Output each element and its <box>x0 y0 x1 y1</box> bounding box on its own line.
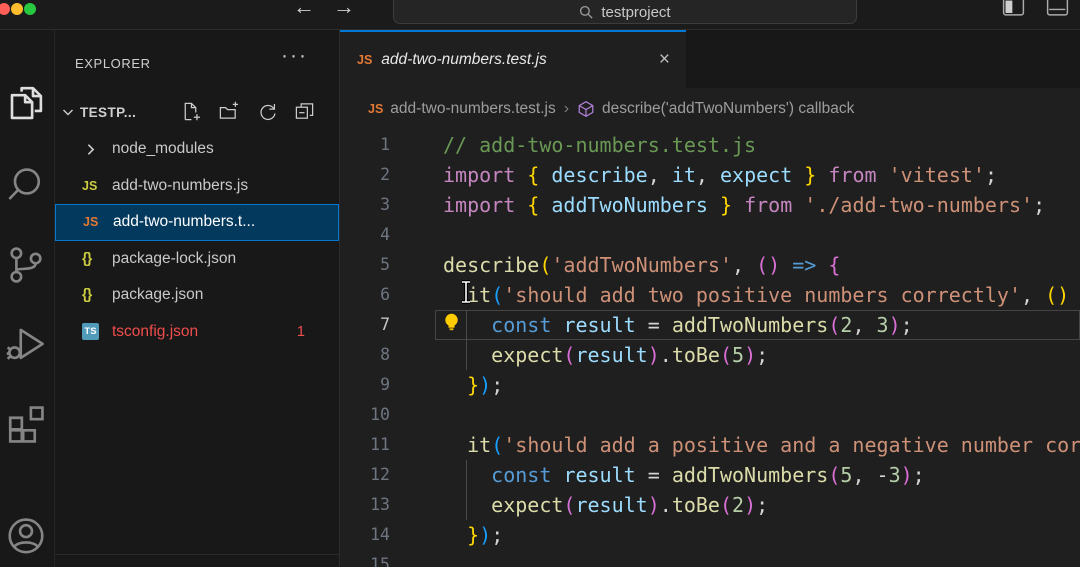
file-label: package.json <box>112 286 203 304</box>
js-file-icon: JS <box>357 53 372 67</box>
file-label: package-lock.json <box>112 250 236 268</box>
tab-add-two-numbers-test[interactable]: JS add-two-numbers.test.js × <box>340 30 686 88</box>
js-test-file-icon: JS <box>368 102 383 116</box>
js-test-file-icon: JS <box>83 215 98 229</box>
activity-bar <box>0 30 55 567</box>
breadcrumb-separator: › <box>564 100 569 118</box>
close-tab-icon[interactable]: × <box>657 49 672 71</box>
code-line: // add-two-numbers.test.js <box>340 130 1080 160</box>
file-row[interactable]: node_modules <box>55 131 339 168</box>
file-tree: node_modules JS add-two-numbers.js JS add-tw… <box>55 131 339 350</box>
code-line: expect(result).toBe(5); <box>340 340 1080 370</box>
tab-bar: JS add-two-numbers.test.js × <box>340 30 1080 88</box>
code-line: }); <box>340 520 1080 550</box>
explorer-sidebar: EXPLORER ··· TESTP... <box>55 30 340 567</box>
code-editor[interactable]: 123456789101112131415 // add-two-numbers… <box>340 130 1080 567</box>
source-control-icon[interactable] <box>5 244 47 286</box>
lightbulb-icon[interactable] <box>441 312 462 333</box>
code-line: it('should add two positive numbers corr… <box>340 280 1080 310</box>
file-row[interactable]: JS add-two-numbers.js <box>55 168 339 205</box>
breadcrumb-label: describe('addTwoNumbers') callback <box>602 100 854 118</box>
editor-group: JS add-two-numbers.test.js × JS add-two-n… <box>340 30 1080 567</box>
code-line <box>340 400 1080 430</box>
toggle-sidebar-icon[interactable] <box>1001 0 1026 19</box>
outline-section-header[interactable]: OUTLINE <box>55 557 339 567</box>
search-icon <box>579 5 594 20</box>
code-line <box>340 220 1080 250</box>
project-name: TESTP... <box>80 105 136 120</box>
problem-count-badge: 1 <box>297 324 305 340</box>
ts-file-icon: TS <box>82 323 99 340</box>
project-section-header[interactable]: TESTP... <box>55 95 339 129</box>
code-line: it('should add a positive and a negative… <box>340 430 1080 460</box>
titlebar: ← → testproject <box>0 0 1080 30</box>
search-view-icon[interactable] <box>5 164 47 206</box>
file-label: node_modules <box>112 140 214 158</box>
collapse-all-icon[interactable] <box>294 101 315 122</box>
chevron-down-icon <box>58 102 78 122</box>
explorer-more-actions[interactable]: ··· <box>281 44 308 68</box>
run-and-debug-icon[interactable] <box>5 322 47 364</box>
minimize-window-button[interactable] <box>11 3 23 15</box>
close-window-button[interactable] <box>0 3 10 15</box>
json-braces-icon: {} <box>82 287 91 303</box>
code-line: import { addTwoNumbers } from './add-two… <box>340 190 1080 220</box>
extensions-icon[interactable] <box>5 402 47 444</box>
sidebar-title: EXPLORER <box>75 56 151 71</box>
code-line: import { describe, it, expect } from 'vi… <box>340 160 1080 190</box>
navigate-back-button[interactable]: ← <box>293 0 315 21</box>
file-row[interactable]: TS tsconfig.json 1 <box>55 314 339 351</box>
vscode-window: ← → testproject <box>0 0 1080 567</box>
breadcrumb-item[interactable]: JS add-two-numbers.test.js <box>368 100 556 118</box>
refresh-icon[interactable] <box>256 101 277 122</box>
new-folder-icon[interactable] <box>218 101 239 122</box>
new-file-icon[interactable] <box>180 101 201 122</box>
file-row[interactable]: JS add-two-numbers.t... <box>55 204 339 241</box>
command-center-search[interactable]: testproject <box>393 0 857 24</box>
file-row[interactable]: {} package-lock.json <box>55 241 339 278</box>
tab-label: add-two-numbers.test.js <box>381 51 648 69</box>
code-line <box>340 550 1080 567</box>
code-line: }); <box>340 370 1080 400</box>
code-line: expect(result).toBe(2); <box>340 490 1080 520</box>
navigate-forward-button[interactable]: → <box>333 0 355 21</box>
json-braces-icon: {} <box>82 251 91 267</box>
file-label: tsconfig.json <box>112 323 198 341</box>
breadcrumbs: JS add-two-numbers.test.js › describe('addT… <box>340 88 1080 130</box>
account-icon[interactable] <box>5 514 47 556</box>
file-label: add-two-numbers.js <box>112 177 248 195</box>
section-divider <box>55 554 339 555</box>
text-cursor-pointer <box>459 280 473 304</box>
toggle-panel-icon[interactable] <box>1045 0 1070 19</box>
code-line: describe('addTwoNumbers', () => { <box>340 250 1080 280</box>
file-row[interactable]: {} package.json <box>55 277 339 314</box>
symbol-cube-icon <box>577 100 595 118</box>
zoom-window-button[interactable] <box>24 3 36 15</box>
chevron-right-icon <box>82 141 99 158</box>
code-lines[interactable]: // add-two-numbers.test.jsimport { descr… <box>340 130 1080 567</box>
code-line: const result = addTwoNumbers(5, -3); <box>340 460 1080 490</box>
command-center-text: testproject <box>601 0 670 21</box>
file-label: add-two-numbers.t... <box>113 213 255 231</box>
breadcrumb-label: add-two-numbers.test.js <box>390 100 555 118</box>
explorer-icon[interactable] <box>5 82 47 124</box>
breadcrumb-item[interactable]: describe('addTwoNumbers') callback <box>577 100 854 118</box>
js-file-icon: JS <box>82 179 97 193</box>
